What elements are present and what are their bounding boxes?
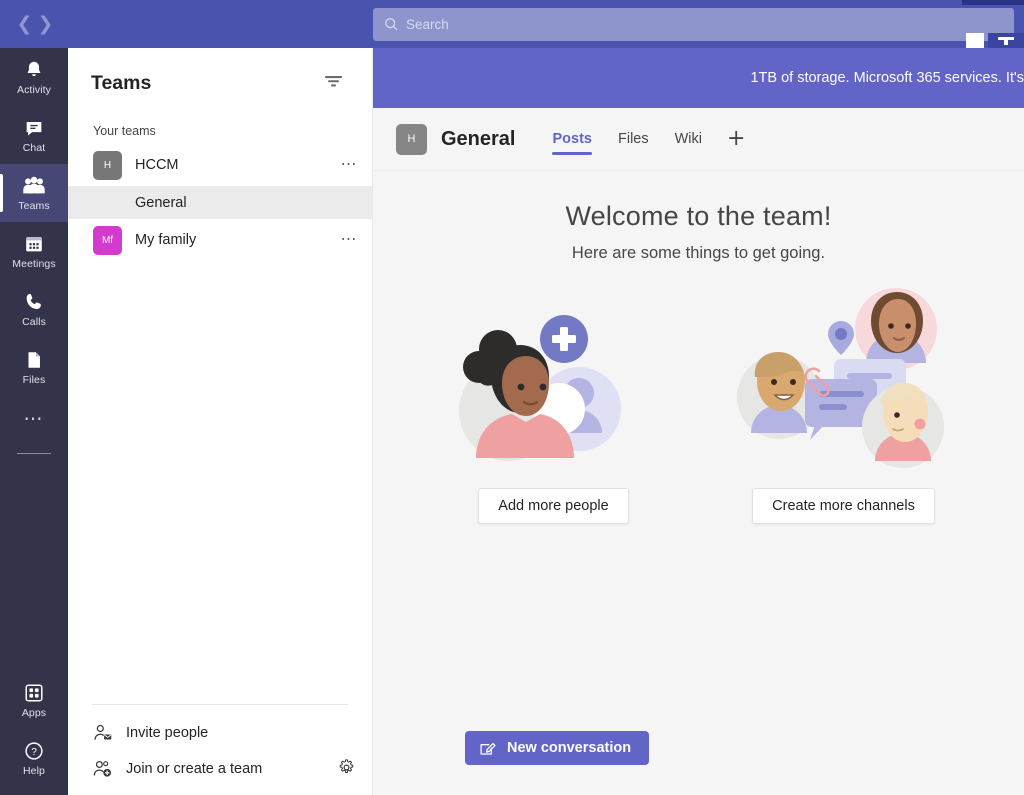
- rail-label: Chat: [22, 141, 46, 154]
- search-area: [373, 8, 1014, 41]
- tab-label: Files: [617, 131, 649, 147]
- nav-arrows: ❮ ❯: [0, 0, 70, 48]
- question-circle-icon: ?: [25, 741, 43, 760]
- chat-bubble-icon: [26, 121, 42, 136]
- onboarding-cards: Add more people Create more channels: [373, 273, 1024, 524]
- avatar: H: [396, 123, 427, 155]
- section-label-your-teams: Your teams: [93, 124, 156, 138]
- person-add-mail-icon: [94, 724, 112, 740]
- title-bar: ❮ ❯: [0, 0, 1024, 49]
- promo-banner-text: 1TB of storage. Microsoft 365 services. …: [750, 70, 1024, 86]
- tab-posts[interactable]: Posts: [539, 108, 605, 171]
- invite-people-label: Invite people: [126, 725, 209, 741]
- welcome-section: Welcome to the team! Here are some thing…: [373, 171, 1024, 263]
- gear-icon[interactable]: [337, 758, 356, 781]
- team-row-my-family[interactable]: Mf My family ⋯: [68, 219, 372, 261]
- filter-icon[interactable]: [318, 68, 349, 99]
- team-overflow-button[interactable]: ⋯: [341, 157, 359, 173]
- rail-label: Meetings: [12, 257, 56, 270]
- channel-row-general[interactable]: General: [68, 186, 372, 219]
- tab-label: Wiki: [674, 131, 702, 147]
- people-add-icon: [93, 760, 112, 777]
- channel-name: General: [135, 194, 187, 211]
- rail-item-activity[interactable]: Activity: [0, 48, 68, 106]
- channel-header: H General Posts Files Wiki +: [373, 108, 1024, 171]
- rail-label: Calls: [22, 315, 46, 328]
- new-conversation-button[interactable]: New conversation: [465, 731, 650, 765]
- welcome-heading: Welcome to the team!: [565, 201, 832, 231]
- rail-label: Files: [22, 373, 46, 386]
- rail-item-chat[interactable]: Chat: [0, 106, 68, 164]
- apps-grid-icon: [25, 683, 43, 702]
- new-conversation-label: New conversation: [507, 740, 632, 756]
- compose-pencil-icon: [480, 742, 496, 755]
- chevron-right-icon[interactable]: ❯: [38, 14, 54, 34]
- teams-panel-footer: Invite people Join or create a team: [68, 704, 372, 795]
- team-name: HCCM: [135, 157, 179, 173]
- window-chrome-artifact: [962, 0, 1024, 5]
- tab-wiki[interactable]: Wiki: [662, 108, 715, 171]
- app-rail: Activity Chat Teams Meetings Calls Files…: [0, 48, 68, 795]
- channel-tabs: Posts Files Wiki +: [539, 108, 757, 171]
- rail-item-meetings[interactable]: Meetings: [0, 222, 68, 280]
- new-conversation-area: New conversation: [465, 731, 650, 765]
- plus-icon[interactable]: +: [715, 128, 757, 150]
- svg-text:?: ?: [31, 746, 37, 757]
- teams-panel-header: Teams: [68, 48, 372, 118]
- rail-item-apps[interactable]: Apps: [0, 671, 68, 729]
- promo-banner: 1TB of storage. Microsoft 365 services. …: [373, 48, 1024, 108]
- chevron-left-icon[interactable]: ❮: [17, 14, 33, 34]
- create-more-channels-button[interactable]: Create more channels: [752, 488, 935, 524]
- tab-label: Posts: [552, 131, 592, 147]
- rail-bottom-group: Apps ? Help: [0, 671, 68, 787]
- main-content: 1TB of storage. Microsoft 365 services. …: [373, 48, 1024, 795]
- channels-chat-illustration: [731, 273, 956, 488]
- bell-icon: [27, 61, 41, 76]
- invite-people-button[interactable]: Invite people: [68, 715, 372, 751]
- card-add-more-people: Add more people: [423, 273, 685, 524]
- calendar-icon: [26, 236, 42, 251]
- phone-icon: [26, 293, 41, 309]
- window-chrome-artifact: [966, 33, 984, 49]
- ellipsis-icon: ⋯: [23, 409, 45, 430]
- rail-divider: [17, 453, 51, 454]
- tab-files[interactable]: Files: [605, 108, 662, 171]
- teams-app-window: ❮ ❯ Activity: [0, 0, 1024, 795]
- people-icon: [23, 176, 45, 193]
- welcome-subheading: Here are some things to get going.: [571, 244, 826, 262]
- join-or-create-team-label: Join or create a team: [126, 761, 263, 777]
- rail-item-calls[interactable]: Calls: [0, 280, 68, 338]
- search-input[interactable]: [373, 8, 1014, 41]
- rail-item-teams[interactable]: Teams: [0, 164, 68, 222]
- rail-label: Teams: [18, 199, 50, 212]
- team-name: My family: [135, 232, 197, 248]
- team-row-hccm[interactable]: H HCCM ⋯: [68, 144, 372, 186]
- rail-item-files[interactable]: Files: [0, 338, 68, 396]
- file-icon: [28, 351, 40, 368]
- join-or-create-team-button[interactable]: Join or create a team: [68, 751, 372, 787]
- team-overflow-button[interactable]: ⋯: [341, 232, 359, 248]
- add-more-people-button[interactable]: Add more people: [478, 488, 629, 524]
- rail-label: Activity: [16, 83, 52, 96]
- avatar: H: [93, 150, 122, 180]
- divider: [92, 704, 348, 705]
- rail-item-help[interactable]: ? Help: [0, 729, 68, 787]
- rail-more-button[interactable]: ⋯: [0, 396, 68, 444]
- rail-label: Help: [23, 764, 45, 777]
- avatar: Mf: [93, 225, 122, 255]
- rail-label: Apps: [21, 706, 47, 719]
- window-chrome-artifact: [1004, 40, 1008, 45]
- teams-panel: Teams Your teams H HCCM ⋯ General Mf My …: [68, 48, 373, 795]
- page-title: Teams: [91, 71, 152, 94]
- card-create-more-channels: Create more channels: [713, 273, 975, 524]
- add-people-illustration: [446, 273, 661, 488]
- channel-title: General: [441, 127, 516, 150]
